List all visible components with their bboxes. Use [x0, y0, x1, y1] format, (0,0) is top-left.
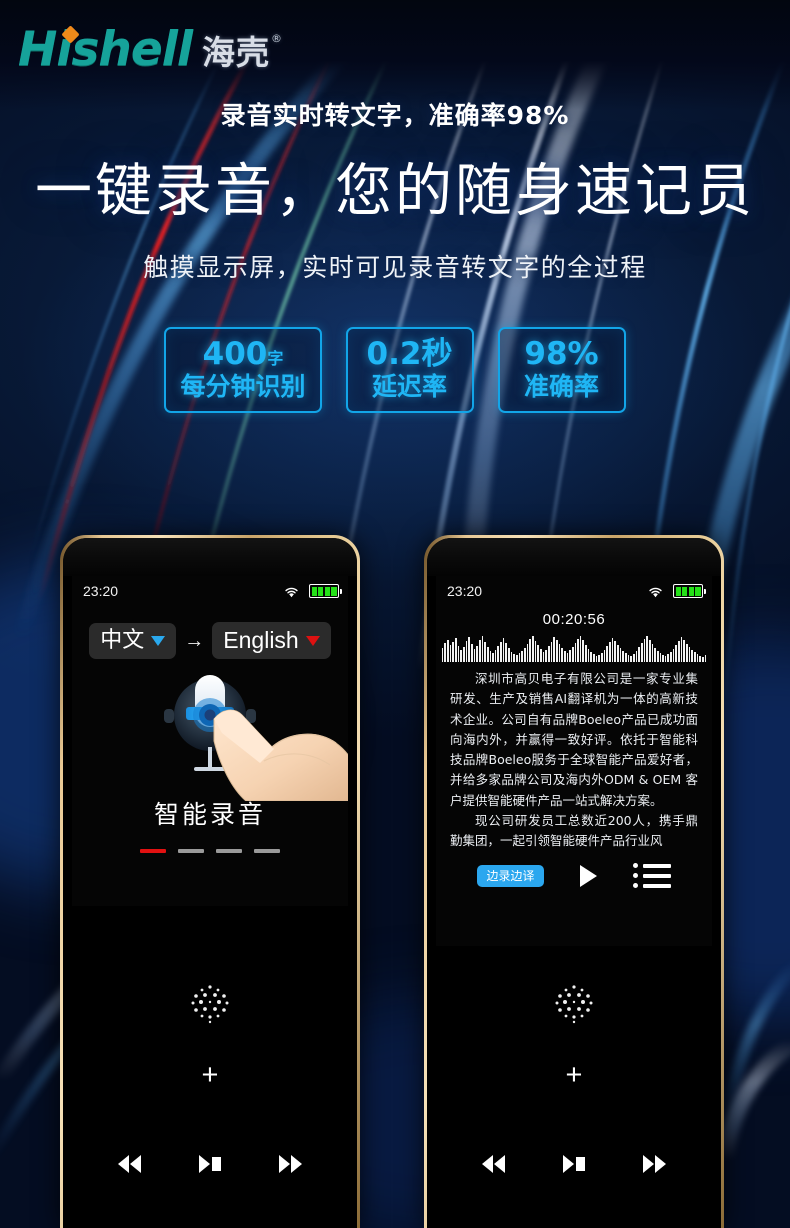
feature-number-2: 98%: [524, 336, 599, 372]
brand-name-en: Hishell: [18, 25, 193, 73]
brand-name-cn-text: 海壳: [201, 33, 270, 72]
feature-label-1: 延迟率: [371, 371, 447, 401]
page-dot-4[interactable]: [254, 849, 280, 853]
recording-timer: 00:20:56: [542, 611, 606, 628]
add-button-right[interactable]: +: [566, 1061, 583, 1090]
wifi-icon-right: [649, 587, 662, 597]
play-pause-icon-left[interactable]: [199, 1155, 221, 1173]
add-button-left[interactable]: +: [202, 1061, 219, 1090]
play-icon[interactable]: [579, 864, 597, 887]
battery-icon-right: [673, 584, 706, 598]
page-dot-3[interactable]: [216, 849, 242, 853]
feature-value-2: 98%: [514, 338, 610, 371]
brand-logo: Hishell 海壳 ®: [18, 25, 282, 73]
device-right: 23:20 00:20:56 深圳市高贝电子有限公司是一家专业集研发、生产及销售…: [424, 535, 724, 1228]
transcript-paragraph-1: 现公司研发员工总数近200人，携手鼎勤集团，一起引领智能硬件产品行业风: [450, 812, 698, 848]
live-translate-button[interactable]: 边录边译: [477, 864, 544, 887]
registered-mark: ®: [270, 32, 283, 45]
status-icons-right: [647, 584, 706, 598]
feature-number-1: 0.2秒: [366, 336, 453, 372]
fast-forward-icon-left[interactable]: [279, 1155, 302, 1173]
rewind-icon-left[interactable]: [118, 1155, 141, 1173]
chevron-down-icon-target: [305, 635, 320, 646]
feature-stats: 400字 每分钟识别 0.2秒 延迟率 98% 准确率: [0, 327, 790, 414]
feature-box-2: 98% 准确率: [497, 327, 626, 414]
feature-box-1: 0.2秒 延迟率: [345, 327, 474, 414]
language-selector-row: 中文 → English: [72, 622, 348, 659]
device-left: 23:20 中文 → English 智能录音 +: [60, 535, 360, 1228]
device-right-bezel-top: [427, 538, 721, 576]
transport-controls-left: [63, 1155, 357, 1173]
transcript-panel[interactable]: 深圳市高贝电子有限公司是一家专业集研发、生产及销售AI翻译机为一体的高新技术企业…: [436, 669, 712, 851]
status-bar-right: 23:20: [436, 576, 712, 606]
feature-value-1: 0.2秒: [362, 338, 458, 371]
device-right-body: 23:20 00:20:56 深圳市高贝电子有限公司是一家专业集研发、生产及销售…: [427, 538, 721, 1228]
page-dot-1[interactable]: [140, 849, 166, 853]
fast-forward-icon-right[interactable]: [643, 1155, 666, 1173]
language-source-label: 中文: [100, 627, 145, 653]
play-pause-icon-right[interactable]: [563, 1155, 585, 1173]
language-target-button[interactable]: English: [212, 622, 331, 659]
feature-label-2: 准确率: [523, 371, 599, 401]
transport-controls-right: [427, 1155, 721, 1173]
page-dot-2[interactable]: [178, 849, 204, 853]
language-arrow-icon: →: [184, 629, 205, 652]
wifi-icon: [285, 587, 298, 597]
transcript-controls: 边录边译: [436, 863, 712, 889]
feature-unit-0: 字: [267, 349, 284, 368]
page-title: 一键录音，您的随身速记员: [35, 157, 755, 224]
speaker-grille-icon: [191, 985, 229, 1024]
brand-name-cn: 海壳 ®: [201, 33, 282, 73]
status-bar-left: 23:20: [72, 576, 348, 606]
headline-block: 录音实时转文字，准确率98% 一键录音，您的随身速记员 触摸显示屏，实时可见录音…: [0, 100, 790, 284]
transcript-paragraph-0: 深圳市高贝电子有限公司是一家专业集研发、生产及销售AI翻译机为一体的高新技术企业…: [450, 671, 698, 808]
audio-waveform: [436, 634, 712, 662]
record-illustration: [72, 669, 348, 801]
status-time-left: 23:20: [83, 583, 119, 599]
list-icon[interactable]: [632, 863, 671, 889]
speaker-grille-icon-right: [555, 985, 593, 1024]
poster-background: Hishell 海壳 ® 录音实时转文字，准确率98% 一键录音，您的随身速记员…: [0, 0, 790, 1228]
chevron-down-icon-source: [151, 635, 166, 646]
feature-label-0: 每分钟识别: [180, 371, 306, 401]
feature-box-0: 400字 每分钟识别: [164, 327, 322, 414]
screen-left: 23:20 中文 → English 智能录音: [72, 576, 348, 906]
hand-tap-icon: [213, 709, 348, 801]
subtitle-text: 触摸显示屏，实时可见录音转文字的全过程: [143, 253, 647, 283]
eyebrow-text: 录音实时转文字，准确率98%: [220, 101, 570, 130]
brand-name-en-text: Hishell: [18, 22, 193, 77]
rewind-icon-right[interactable]: [482, 1155, 505, 1173]
screen-right: 23:20 00:20:56 深圳市高贝电子有限公司是一家专业集研发、生产及销售…: [436, 576, 712, 946]
status-icons-left: [283, 584, 342, 598]
language-source-button[interactable]: 中文: [89, 622, 177, 659]
device-left-body: 23:20 中文 → English 智能录音 +: [63, 538, 357, 1228]
feature-number-0: 400: [202, 336, 268, 372]
device-left-bezel-top: [63, 538, 357, 576]
page-indicator[interactable]: [72, 849, 348, 853]
language-target-label: English: [223, 627, 299, 653]
battery-icon: [309, 584, 342, 598]
feature-value-0: 400字: [180, 338, 305, 371]
status-time-right: 23:20: [447, 583, 483, 599]
